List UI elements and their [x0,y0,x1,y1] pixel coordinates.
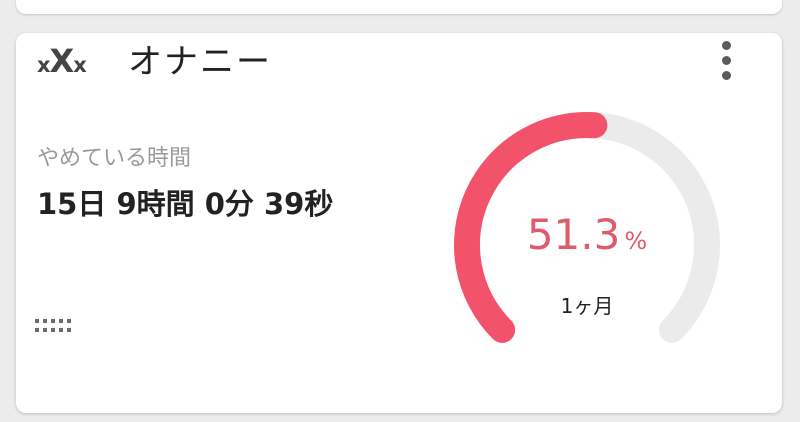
menu-dot [721,55,731,65]
elapsed-time-value: 15日 9時間 0分 39秒 [37,187,334,221]
more-vertical-icon[interactable] [712,36,740,84]
elapsed-time-label: やめている時間 [37,146,192,171]
progress-percent-value: 51.3 [526,210,621,259]
habit-logo-icon: xXx [37,42,87,80]
progress-percent-sign: % [624,227,648,255]
drag-handle-icon[interactable] [35,318,77,334]
habit-title: オナニー [128,42,272,82]
menu-dot [721,70,731,80]
progress-percent: 51.3% [442,210,732,266]
previous-card[interactable] [16,0,782,14]
goal-period-label: 1ヶ月 [560,294,614,318]
menu-dot [721,40,731,50]
